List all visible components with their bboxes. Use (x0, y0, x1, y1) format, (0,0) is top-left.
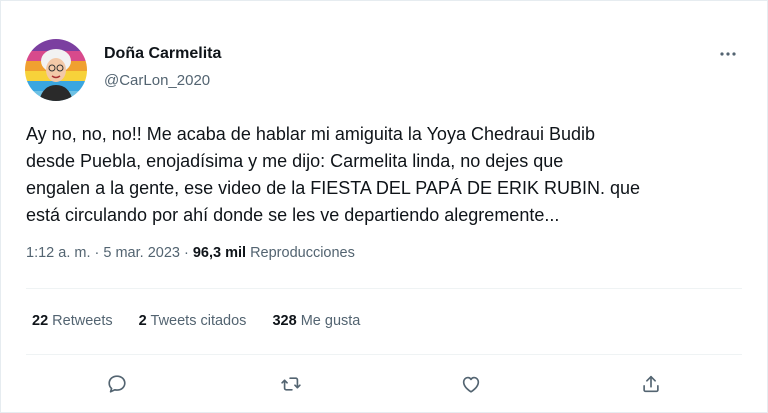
tweet-time[interactable]: 1:12 a. m. (26, 245, 90, 261)
avatar[interactable] (25, 39, 87, 101)
display-name[interactable]: Doña Carmelita (104, 45, 221, 63)
views-label: Reproducciones (250, 245, 355, 261)
share-button[interactable] (638, 371, 664, 397)
likes-label: Me gusta (300, 313, 361, 329)
like-button[interactable] (458, 371, 484, 397)
quotes-stat[interactable]: 2 Tweets citados (139, 313, 247, 329)
meta-separator: · (90, 245, 104, 261)
reply-icon (108, 375, 126, 393)
retweet-icon (281, 377, 301, 391)
divider (26, 354, 742, 355)
reply-button[interactable] (104, 371, 130, 397)
likes-stat[interactable]: 328 Me gusta (272, 313, 360, 329)
retweets-stat[interactable]: 22 Retweets (32, 313, 113, 329)
tweet-date[interactable]: 5 mar. 2023 (103, 245, 180, 261)
like-icon (462, 376, 480, 393)
avatar-image (25, 39, 87, 101)
tweet-meta: 1:12 a. m. · 5 mar. 2023 · 96,3 mil Repr… (26, 245, 355, 261)
retweets-label: Retweets (52, 313, 113, 329)
views-count: 96,3 mil (192, 245, 247, 261)
likes-count: 328 (272, 313, 297, 329)
engagement-stats: 22 Retweets 2 Tweets citados 328 Me gust… (32, 313, 360, 329)
retweets-count: 22 (32, 313, 49, 329)
tweet-text: Ay no, no, no!! Me acaba de hablar mi am… (26, 124, 640, 225)
retweet-button[interactable] (278, 371, 304, 397)
more-dots-icon[interactable] (717, 45, 739, 63)
share-icon (643, 375, 659, 393)
quotes-label: Tweets citados (150, 313, 247, 329)
handle[interactable]: @CarLon_2020 (104, 72, 210, 89)
divider (26, 288, 742, 289)
quotes-count: 2 (138, 313, 147, 329)
tweet-card: Doña Carmelita @CarLon_2020 Ay no, no, n… (0, 0, 768, 413)
meta-separator: · (179, 245, 193, 261)
